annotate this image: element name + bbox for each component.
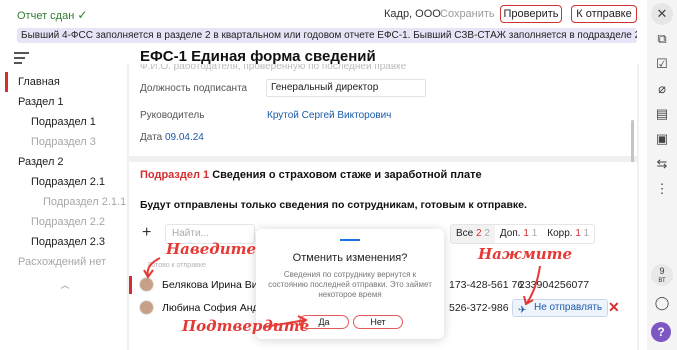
right-toolbar: ✕ ⧉ ☑ ⌀ ▤ ▣ ⇆ ⋮ 9 ВТ ◯ ?	[647, 0, 677, 350]
close-icon[interactable]: ✕	[651, 3, 673, 25]
help-icon[interactable]: ?	[651, 322, 671, 342]
copy-icon[interactable]: ⧉	[651, 28, 673, 50]
calendar-badge[interactable]: 9 ВТ	[651, 264, 673, 286]
paperclip-icon[interactable]: ⌀	[651, 78, 673, 100]
document-icon[interactable]: ▤	[651, 103, 673, 125]
annotation-arrows	[143, 257, 541, 328]
more-icon[interactable]: ⋮	[651, 178, 673, 200]
edit-check-icon[interactable]: ☑	[651, 53, 673, 75]
import-icon[interactable]: ⇆	[651, 153, 673, 175]
chat-icon[interactable]: ◯	[651, 292, 673, 314]
save-icon[interactable]: ▣	[651, 128, 673, 150]
